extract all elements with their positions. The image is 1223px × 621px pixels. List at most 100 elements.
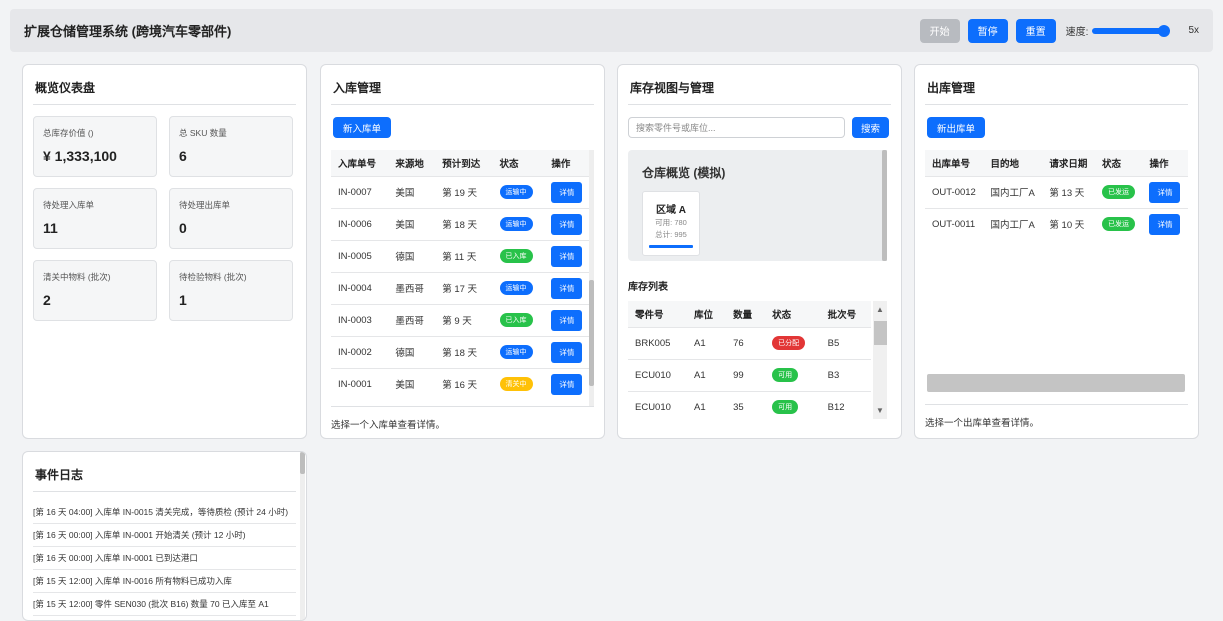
speed-slider[interactable] bbox=[1092, 24, 1171, 37]
table-row[interactable]: IN-0003 墨西哥第 9 天已入库 详情 bbox=[331, 303, 594, 336]
zone-available: 可用: 780 bbox=[655, 218, 687, 227]
eta: 第 9 天 bbox=[435, 303, 493, 336]
column-header: 数量 bbox=[726, 301, 766, 327]
speed-label: 速度: bbox=[1065, 27, 1089, 38]
stat-box: 总 SKU 数量 6 bbox=[169, 116, 293, 177]
details-button[interactable]: 详情 bbox=[1149, 213, 1181, 235]
inventory-card: 库存视图与管理 搜索零件号或库位... 搜索 仓库概览 (模拟) 区域 A 可用… bbox=[617, 64, 902, 439]
inbound-id: IN-0004 bbox=[331, 271, 389, 304]
stat-label: 清关中物料 (批次) bbox=[43, 272, 111, 282]
scroll-up-icon[interactable]: ▲ bbox=[876, 305, 884, 314]
zone-card[interactable]: 区域 A 可用: 780 总计: 995 bbox=[642, 191, 700, 256]
event-log-card: 事件日志 [第 16 天 04:00] 入库单 IN-0015 清关完成，等待质… bbox=[22, 451, 307, 621]
zone-total: 总计: 995 bbox=[655, 230, 687, 239]
status-badge: 已入库 bbox=[499, 313, 533, 327]
inbound-table: 入库单号 来源地 预计到达 状态 操作 IN-0007 美国第 19 天运输中 详情 IN-0… bbox=[331, 150, 594, 400]
zone-name: 区域 A bbox=[656, 205, 686, 216]
status-badge: 可用 bbox=[772, 368, 799, 382]
inbound-id: IN-0002 bbox=[331, 335, 389, 368]
part-number: ECU010 bbox=[628, 358, 688, 391]
new-inbound-button[interactable]: 新入库单 bbox=[333, 117, 392, 138]
action-cell: 详情 bbox=[544, 303, 594, 336]
details-button[interactable]: 详情 bbox=[551, 373, 583, 395]
action-cell: 详情 bbox=[544, 335, 594, 368]
start-button[interactable]: 开始 bbox=[919, 18, 960, 43]
status-badge: 运输中 bbox=[499, 185, 533, 199]
search-input[interactable]: 搜索零件号或库位... bbox=[628, 117, 845, 138]
search-row: 搜索零件号或库位... 搜索 bbox=[628, 117, 891, 138]
origin: 墨西哥 bbox=[388, 303, 436, 336]
table-row[interactable]: IN-0005 德国第 11 天已入库 详情 bbox=[331, 239, 594, 272]
details-button[interactable]: 详情 bbox=[551, 245, 583, 267]
table-row[interactable]: BRK005 A1 76 已分配 B5 bbox=[628, 326, 871, 359]
status-badge: 已入库 bbox=[499, 249, 533, 263]
quantity: 35 bbox=[726, 390, 766, 419]
new-outbound-button[interactable]: 新出库单 bbox=[927, 117, 986, 138]
stat-box: 清关中物料 (批次) 2 bbox=[33, 260, 157, 321]
column-header: 出库单号 bbox=[925, 150, 984, 176]
details-button[interactable]: 详情 bbox=[551, 213, 583, 235]
outbound-hscroll-thumb[interactable] bbox=[927, 374, 1185, 392]
origin: 墨西哥 bbox=[388, 271, 436, 304]
details-button[interactable]: 详情 bbox=[551, 341, 583, 363]
reset-button[interactable]: 重置 bbox=[1015, 18, 1056, 43]
event-log-list: [第 16 天 04:00] 入库单 IN-0015 清关完成，等待质检 (预计… bbox=[33, 501, 296, 616]
inventory-scrollbar[interactable]: ▲ ▼ bbox=[873, 301, 887, 419]
column-header: 操作 bbox=[544, 150, 594, 176]
status-badge: 已分配 bbox=[772, 336, 806, 350]
inbound-id: IN-0006 bbox=[331, 207, 389, 240]
inventory-scroll-thumb[interactable] bbox=[874, 321, 887, 345]
details-button[interactable]: 详情 bbox=[1149, 181, 1181, 203]
outbound-table: 出库单号 目的地 请求日期 状态 操作 OUT-0012 国内工厂A 第 13 天已发运 详情… bbox=[925, 150, 1188, 240]
status-badge: 可用 bbox=[772, 400, 799, 415]
stat-box: 总库存价值 () ¥ 1,333,100 bbox=[33, 116, 157, 177]
action-cell: 详情 bbox=[1142, 207, 1188, 240]
table-row[interactable]: IN-0001 美国第 16 天清关中 详情 bbox=[331, 367, 594, 400]
details-button[interactable]: 详情 bbox=[551, 277, 583, 299]
batch-number: B3 bbox=[820, 358, 871, 391]
table-row[interactable]: IN-0004 墨西哥第 17 天运输中 详情 bbox=[331, 271, 594, 304]
overview-scroll-thumb[interactable] bbox=[882, 150, 887, 261]
table-row[interactable]: IN-0002 德国第 18 天运输中 详情 bbox=[331, 335, 594, 368]
stat-box: 待处理入库单 11 bbox=[33, 188, 157, 249]
table-row[interactable]: OUT-0012 国内工厂A 第 13 天已发运 详情 bbox=[925, 175, 1188, 208]
inventory-table-wrap: 零件号 库位 数量 状态 批次号 BRK005 A1 76 已分配 B5 ECU010 A1 99 可用… bbox=[628, 301, 887, 419]
table-row[interactable]: IN-0006 美国第 18 天运输中 详情 bbox=[331, 207, 594, 240]
table-row[interactable]: OUT-0011 国内工厂A 第 10 天已发运 详情 bbox=[925, 207, 1188, 240]
status-cell: 运输中 bbox=[492, 175, 545, 208]
log-item: [第 16 天 00:00] 入库单 IN-0001 开始清关 (预计 12 小… bbox=[33, 524, 296, 547]
origin: 美国 bbox=[388, 175, 436, 208]
stat-grid: 总库存价值 () ¥ 1,333,100 总 SKU 数量 6 待处理入库单 11 待处理出… bbox=[33, 116, 296, 321]
table-row[interactable]: ECU010 A1 35 可用 B12 bbox=[628, 390, 871, 419]
inventory-title: 库存视图与管理 bbox=[628, 65, 891, 105]
speed-slider-thumb[interactable] bbox=[1158, 24, 1171, 37]
column-header: 来源地 bbox=[388, 150, 436, 176]
inventory-list-title: 库存列表 bbox=[628, 282, 668, 293]
batch-number: B5 bbox=[820, 326, 871, 359]
outbound-id: OUT-0012 bbox=[925, 175, 984, 208]
origin: 美国 bbox=[388, 207, 436, 240]
event-log-scroll-thumb[interactable] bbox=[300, 452, 305, 474]
inbound-scroll-thumb[interactable] bbox=[589, 280, 594, 386]
inbound-scrollbar[interactable] bbox=[589, 150, 594, 406]
search-button[interactable]: 搜索 bbox=[852, 117, 890, 138]
dashboard-title: 概览仪表盘 bbox=[33, 65, 296, 105]
table-row[interactable]: ECU010 A1 99 可用 B3 bbox=[628, 358, 871, 391]
stat-value: 2 bbox=[43, 292, 51, 308]
pause-button[interactable]: 暂停 bbox=[967, 18, 1008, 43]
status-badge: 清关中 bbox=[499, 377, 533, 392]
origin: 美国 bbox=[388, 367, 436, 400]
column-header: 入库单号 bbox=[331, 150, 389, 176]
stat-label: 待处理出库单 bbox=[179, 200, 231, 210]
action-cell: 详情 bbox=[544, 271, 594, 304]
scroll-down-icon[interactable]: ▼ bbox=[876, 406, 884, 415]
overview-scrollbar[interactable] bbox=[882, 150, 887, 261]
details-button[interactable]: 详情 bbox=[551, 181, 583, 203]
table-row[interactable]: IN-0007 美国第 19 天运输中 详情 bbox=[331, 175, 594, 208]
status-badge: 运输中 bbox=[499, 281, 533, 295]
zone-usage-bar bbox=[649, 245, 693, 248]
event-log-scrollbar[interactable] bbox=[300, 452, 305, 620]
stat-value: ¥ 1,333,100 bbox=[43, 148, 117, 164]
log-item: [第 16 天 00:00] 入库单 IN-0001 已到达港口 bbox=[33, 547, 296, 570]
details-button[interactable]: 详情 bbox=[551, 309, 583, 331]
